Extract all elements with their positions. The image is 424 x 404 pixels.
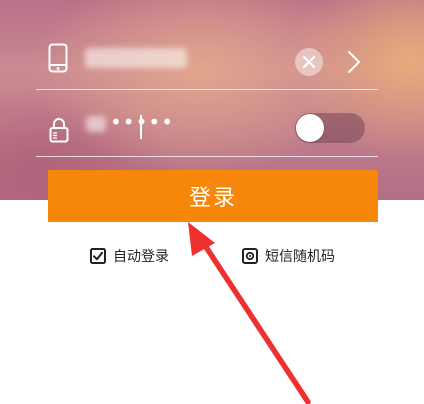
account-divider — [36, 89, 378, 90]
checkbox-icon[interactable] — [90, 248, 106, 264]
sms-code-label: 短信随机码 — [265, 249, 335, 265]
password-divider — [36, 156, 378, 157]
chevron-right-icon[interactable] — [347, 50, 361, 74]
clear-icon — [302, 55, 316, 69]
auto-login-label: 自动登录 — [113, 249, 169, 265]
toggle-knob — [296, 114, 324, 142]
phone-icon — [48, 43, 68, 73]
lock-icon — [49, 118, 69, 143]
password-input[interactable]: ••••• — [110, 110, 174, 134]
clear-account-button[interactable] — [295, 48, 323, 76]
sms-code-option[interactable]: 短信随机码 — [242, 245, 335, 267]
password-input-masked[interactable] — [86, 116, 106, 132]
login-button[interactable]: 登录 — [48, 170, 378, 222]
radio-target-icon[interactable] — [242, 248, 258, 264]
show-password-toggle[interactable] — [295, 113, 365, 143]
account-row — [40, 40, 378, 84]
auto-login-option[interactable]: 自动登录 — [90, 245, 169, 267]
account-input-masked[interactable] — [85, 48, 187, 68]
text-caret — [140, 115, 142, 139]
password-row: ••••• — [40, 108, 378, 152]
